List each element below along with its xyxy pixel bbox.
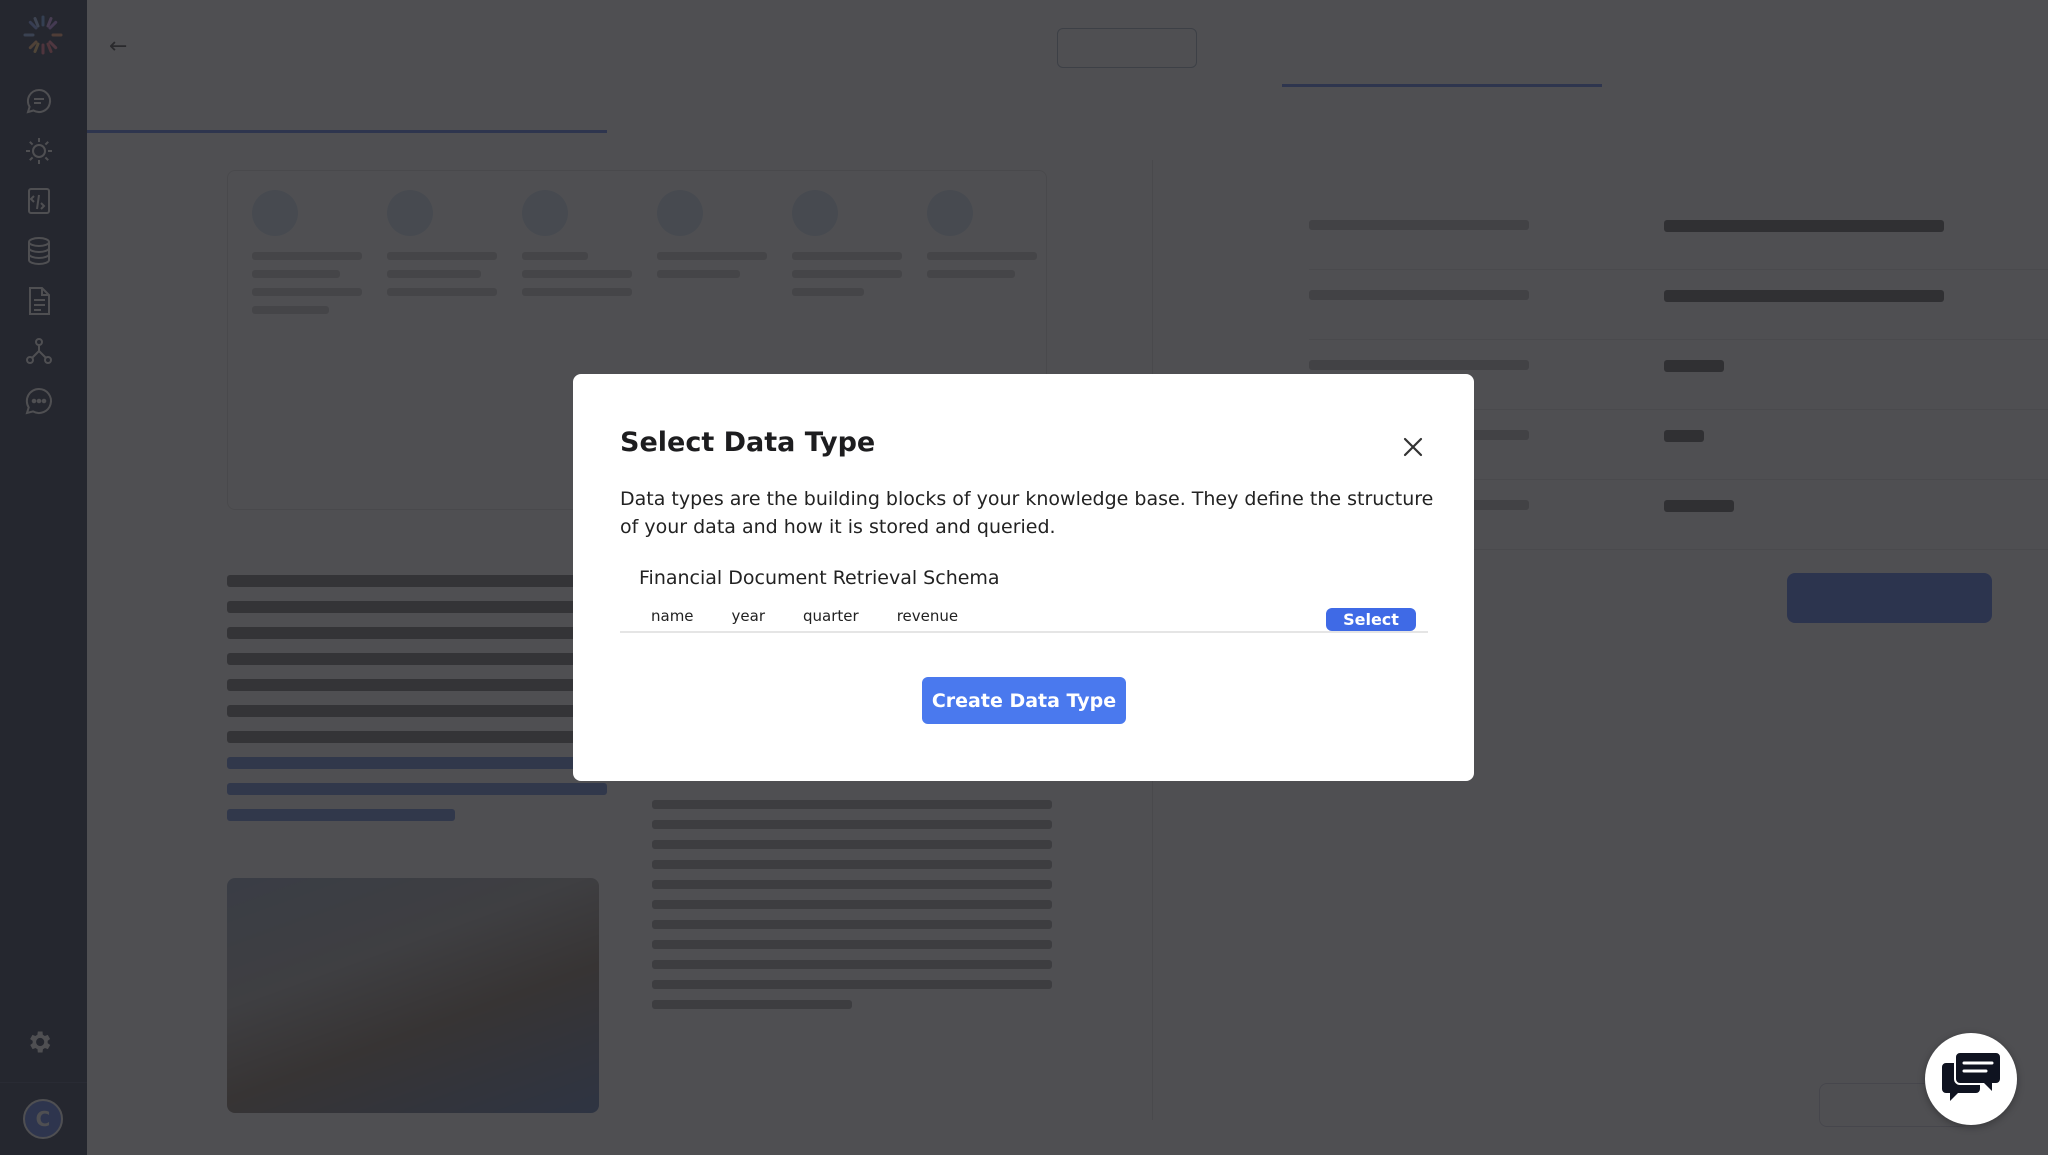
- modal-description: Data types are the building blocks of yo…: [620, 488, 1434, 538]
- schema-field: name: [651, 607, 694, 625]
- create-data-type-button[interactable]: Create Data Type: [922, 677, 1126, 724]
- schema-field: year: [731, 607, 766, 625]
- select-button[interactable]: Select: [1326, 608, 1416, 631]
- schema-field: quarter: [803, 607, 859, 625]
- schema-name: Financial Document Retrieval Schema: [639, 567, 1000, 589]
- schema-list-item: Financial Document Retrieval Schema name…: [620, 567, 1428, 633]
- chat-bubble-icon: [1940, 1049, 2002, 1109]
- select-data-type-modal: Select Data Type Data types are the buil…: [573, 374, 1474, 781]
- modal-title: Select Data Type: [620, 427, 876, 458]
- close-icon[interactable]: [1398, 432, 1428, 462]
- support-chat-button[interactable]: [1925, 1033, 2017, 1125]
- schema-fields: name year quarter revenue: [639, 605, 970, 627]
- schema-field: revenue: [896, 607, 959, 625]
